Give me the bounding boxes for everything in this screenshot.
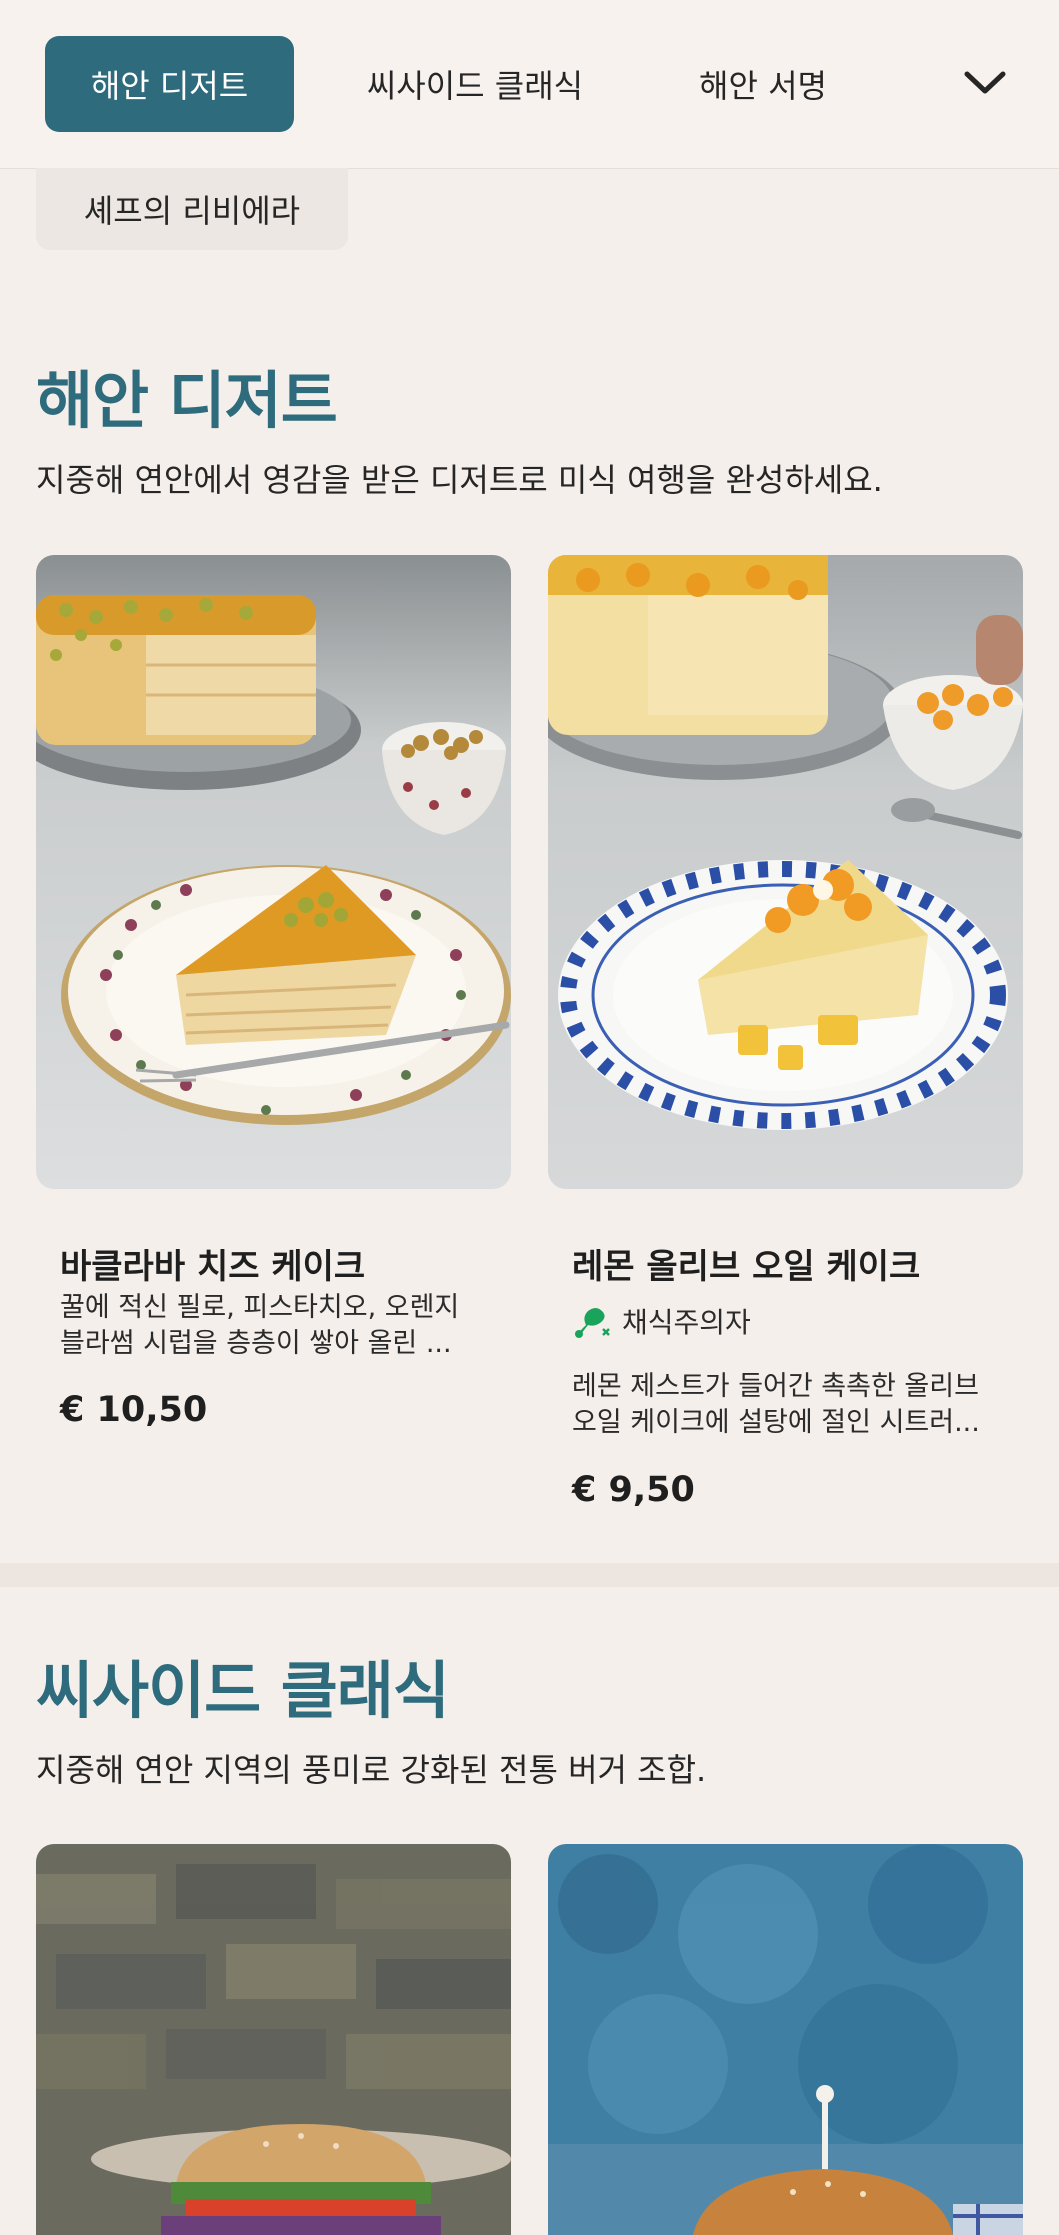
- category-nav: 해안 디저트 씨사이드 클래식 해안 서명: [0, 0, 1059, 169]
- vegetarian-badge: 채식주의자: [572, 1301, 751, 1341]
- section-description-desserts: 지중해 연안에서 영감을 받은 디저트로 미식 여행을 완성하세요.: [36, 461, 883, 499]
- chevron-down-icon[interactable]: [955, 55, 1015, 111]
- lemon-olive-oil-cake-image[interactable]: [548, 555, 1023, 1189]
- no-meat-icon: [575, 1308, 610, 1338]
- section-title-seaside-classics: 씨사이드 클래식: [36, 1654, 450, 1727]
- item-name-lemon-olive-oil-cake[interactable]: 레몬 올리브 오일 케이크: [572, 1239, 920, 1288]
- tab-seaside-classics[interactable]: 씨사이드 클래식: [340, 36, 610, 132]
- tab-coastal-signatures[interactable]: 해안 서명: [660, 36, 866, 132]
- section-divider: [0, 1563, 1059, 1587]
- item-name-baklava-cheesecake[interactable]: 바클라바 치즈 케이크: [60, 1239, 365, 1288]
- baklava-cheesecake-image[interactable]: [36, 555, 511, 1189]
- tab-chef-riviera[interactable]: 셰프의 리비에라: [36, 168, 348, 250]
- burger-image-2[interactable]: [548, 1844, 1023, 2235]
- section-title-desserts: 해안 디저트: [36, 364, 338, 437]
- item-description-baklava-cheesecake: 꿀에 적신 필로, 피스타치오, 오렌지 블라썸 시럽을 층층이 쌓아 올린 .…: [60, 1292, 460, 1359]
- item-price-baklava-cheesecake: € 10,50: [60, 1390, 208, 1430]
- burger-image-1[interactable]: [36, 1844, 511, 2235]
- item-price-lemon-olive-oil-cake: € 9,50: [572, 1470, 695, 1510]
- section-description-seaside-classics: 지중해 연안 지역의 풍미로 강화된 전통 버거 조합.: [36, 1751, 707, 1789]
- item-description-lemon-olive-oil-cake: 레몬 제스트가 들어간 촉촉한 올리브 오일 케이크에 설탕에 절인 시트러..…: [572, 1371, 980, 1438]
- tab-coastal-desserts[interactable]: 해안 디저트: [45, 36, 294, 132]
- vegetarian-label: 채식주의자: [622, 1306, 751, 1339]
